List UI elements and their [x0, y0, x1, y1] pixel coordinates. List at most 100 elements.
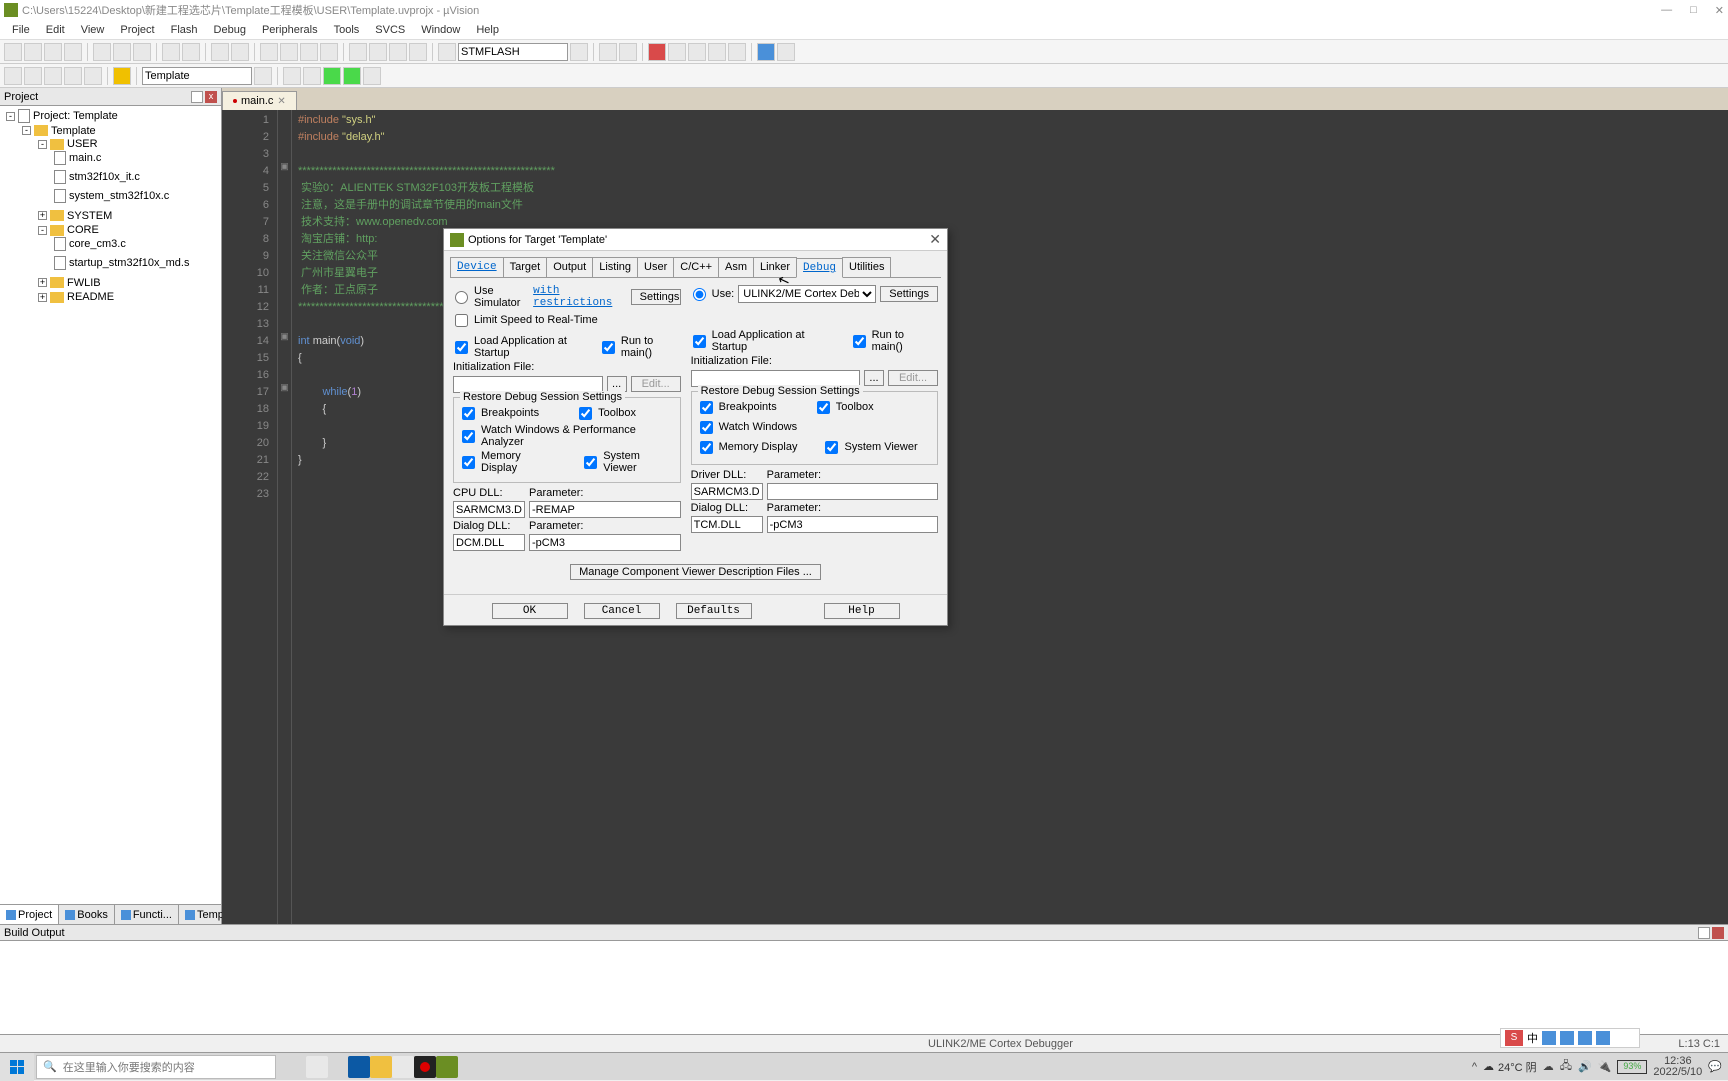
debugger-select[interactable]: ULINK2/ME Cortex Debugger [738, 285, 876, 303]
analyze2-icon[interactable] [708, 43, 726, 61]
rebuild-icon[interactable] [44, 67, 62, 85]
hw-runmain-checkbox[interactable] [853, 335, 866, 348]
tab-cc[interactable]: C/C++ [673, 257, 719, 277]
menu-view[interactable]: View [73, 24, 113, 36]
tab-user[interactable]: User [637, 257, 674, 277]
hw-bp-checkbox[interactable] [700, 401, 713, 414]
stop-record-icon[interactable] [668, 43, 686, 61]
download-icon[interactable] [113, 67, 131, 85]
tab-project[interactable]: Project [0, 905, 59, 924]
menu-tools[interactable]: Tools [326, 24, 368, 36]
hw-toolbox-checkbox[interactable] [817, 401, 830, 414]
manage2-icon[interactable] [303, 67, 321, 85]
maximize-button[interactable]: □ [1690, 4, 1697, 17]
manage1-icon[interactable] [283, 67, 301, 85]
limit-speed-checkbox[interactable] [455, 314, 468, 327]
tab-functions[interactable]: Functi... [115, 905, 179, 924]
indent-icon[interactable] [349, 43, 367, 61]
tab-debug[interactable]: Debug [796, 258, 843, 278]
hw-load-app-checkbox[interactable] [693, 335, 706, 348]
menu-edit[interactable]: Edit [38, 24, 73, 36]
bookmark-icon[interactable] [260, 43, 278, 61]
sim-init-file-input[interactable] [453, 376, 603, 393]
tab-target[interactable]: Target [503, 257, 548, 277]
undo-icon[interactable] [162, 43, 180, 61]
hw-dialog-param-input[interactable] [767, 516, 938, 533]
menu-file[interactable]: File [4, 24, 38, 36]
find-in-files-icon[interactable] [570, 43, 588, 61]
editor-tab-main[interactable]: main.c ✕ [222, 91, 297, 110]
analyze3-icon[interactable] [728, 43, 746, 61]
options-icon[interactable] [254, 67, 272, 85]
translate-icon[interactable] [4, 67, 22, 85]
bookmark-next-icon[interactable] [300, 43, 318, 61]
hw-dialog-dll-input[interactable] [691, 516, 763, 533]
sim-bp-checkbox[interactable] [462, 407, 475, 420]
debug-start-icon[interactable] [599, 43, 617, 61]
outdent-icon[interactable] [369, 43, 387, 61]
nav-fwd-icon[interactable] [231, 43, 249, 61]
batch-build-icon[interactable] [64, 67, 82, 85]
sim-browse-button[interactable]: ... [607, 376, 627, 392]
ime-tool-icon[interactable] [1578, 1031, 1592, 1045]
cpu-param-input[interactable] [529, 501, 681, 518]
find-icon[interactable] [438, 43, 456, 61]
network-icon[interactable]: 🖧 [1560, 1057, 1572, 1076]
sim-runmain-checkbox[interactable] [602, 341, 615, 354]
ime-toolbar[interactable]: S 中 [1500, 1028, 1640, 1048]
ime-settings-icon[interactable] [1560, 1031, 1574, 1045]
menu-flash[interactable]: Flash [163, 24, 206, 36]
tab-linker[interactable]: Linker [753, 257, 797, 277]
menu-window[interactable]: Window [413, 24, 468, 36]
tab-utilities[interactable]: Utilities [842, 257, 891, 277]
onedrive-icon[interactable]: ☁ [1543, 1060, 1554, 1073]
minimize-button[interactable]: — [1661, 4, 1672, 17]
cancel-button[interactable]: Cancel [584, 603, 660, 619]
copy-icon[interactable] [113, 43, 131, 61]
hw-init-file-input[interactable] [691, 370, 860, 387]
tab-output[interactable]: Output [546, 257, 593, 277]
breakpoint-icon[interactable] [619, 43, 637, 61]
record-icon[interactable] [648, 43, 666, 61]
ime-keyboard-icon[interactable] [1542, 1031, 1556, 1045]
hw-sysview-checkbox[interactable] [825, 441, 838, 454]
explorer-icon[interactable] [370, 1056, 392, 1078]
tab-books[interactable]: Books [59, 905, 115, 924]
redo-icon[interactable] [182, 43, 200, 61]
help-button[interactable]: Help [824, 603, 900, 619]
notifications-icon[interactable]: 💬 [1708, 1060, 1722, 1073]
sim-sysview-checkbox[interactable] [584, 456, 597, 469]
driver-dll-input[interactable] [691, 483, 763, 500]
cpu-dll-input[interactable] [453, 501, 525, 518]
project-tree[interactable]: -Project: Template -Template -USER main.… [0, 106, 221, 904]
use-hw-radio[interactable] [693, 288, 706, 301]
use-simulator-radio[interactable] [455, 291, 468, 304]
nav-back-icon[interactable] [211, 43, 229, 61]
hw-watch-checkbox[interactable] [700, 421, 713, 434]
clock-date[interactable]: 2022/5/10 [1653, 1067, 1702, 1078]
ime-mode[interactable]: 中 [1527, 1030, 1538, 1046]
sim-dialog-param-input[interactable] [529, 534, 681, 551]
close-button[interactable]: ✕ [1715, 4, 1724, 17]
pin-icon[interactable] [191, 91, 203, 103]
paste-icon[interactable] [133, 43, 151, 61]
open-icon[interactable] [24, 43, 42, 61]
start-button[interactable] [0, 1053, 34, 1081]
manage-viewer-button[interactable]: Manage Component Viewer Description File… [570, 564, 821, 580]
hw-settings-button[interactable]: Settings [880, 286, 938, 302]
close-tab-icon[interactable]: ✕ [277, 96, 285, 107]
sim-settings-button[interactable]: Settings [631, 289, 681, 305]
build-icon[interactable] [24, 67, 42, 85]
analyze1-icon[interactable] [688, 43, 706, 61]
manage4-icon[interactable] [343, 67, 361, 85]
sim-watch-checkbox[interactable] [462, 430, 475, 443]
save-icon[interactable] [44, 43, 62, 61]
menu-svcs[interactable]: SVCS [367, 24, 413, 36]
weather-widget[interactable]: ☁ 24°C 阴 [1483, 1059, 1537, 1075]
new-icon[interactable] [4, 43, 22, 61]
window-icon[interactable] [757, 43, 775, 61]
ok-button[interactable]: OK [492, 603, 568, 619]
restrictions-link[interactable]: with restrictions [533, 285, 623, 309]
hw-mem-checkbox[interactable] [700, 441, 713, 454]
menu-project[interactable]: Project [112, 24, 162, 36]
